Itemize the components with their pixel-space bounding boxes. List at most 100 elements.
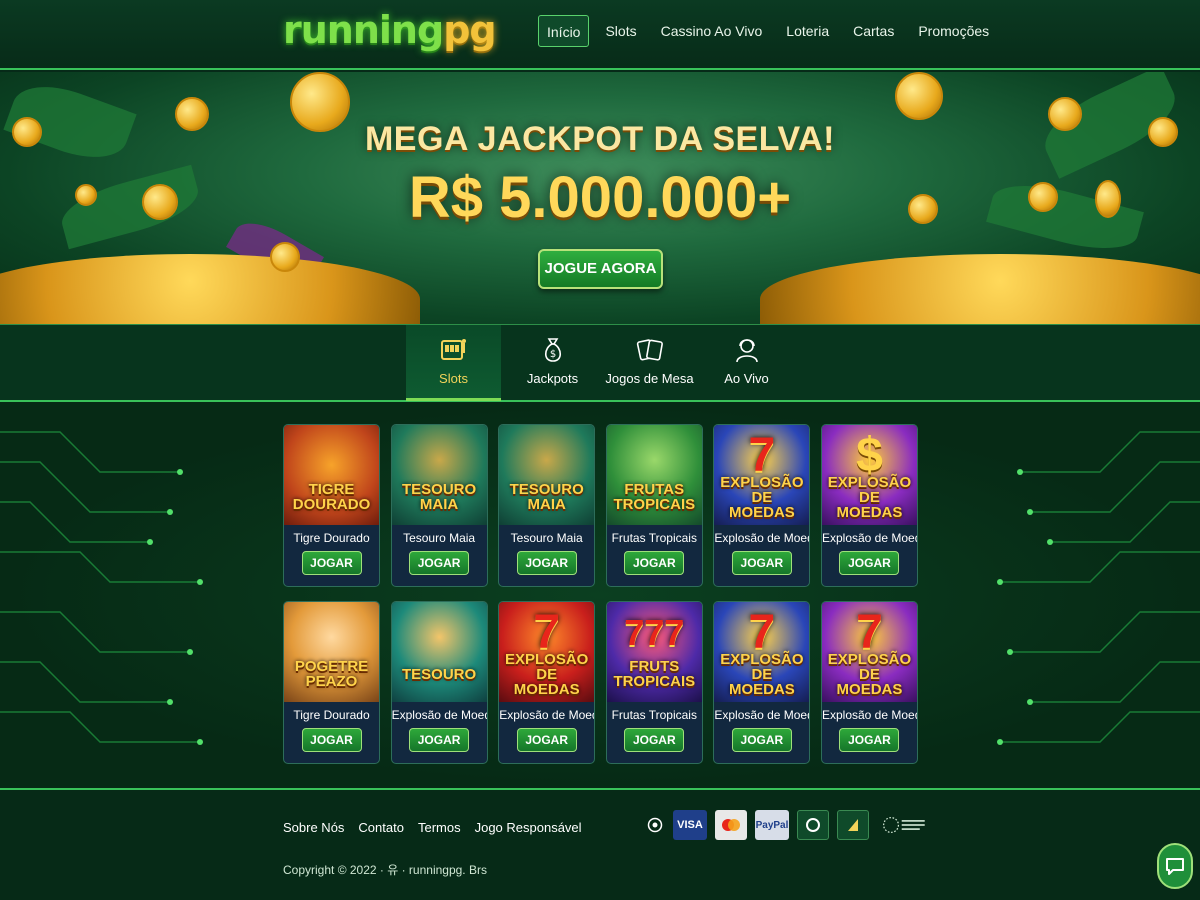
game-card[interactable]: 777 FRUTS TROPICAIS Frutas Tropicais JOGA…	[605, 601, 703, 764]
footer-link-termos[interactable]: Termos	[418, 820, 461, 835]
coin-icon	[270, 242, 300, 272]
slot-machine-icon	[440, 339, 466, 360]
nav-item-promocoes[interactable]: Promoções	[906, 15, 1001, 47]
play-now-button[interactable]: JOGUE AGORA	[538, 249, 663, 289]
play-button[interactable]: JOGAR	[839, 551, 900, 575]
chat-support-button[interactable]	[1157, 843, 1193, 889]
live-dealer-icon	[735, 339, 758, 363]
licensed-operator-seal-icon	[877, 810, 933, 840]
money-bag-icon: $	[544, 338, 561, 362]
tab-label: Jogos de Mesa	[605, 371, 694, 386]
game-card[interactable]: 7EXPLOSÃO DE MOEDAS Explosão de Moedas J…	[498, 601, 596, 764]
tab-ao-vivo[interactable]: Ao Vivo	[699, 325, 794, 401]
play-button[interactable]: JOGAR	[731, 551, 792, 575]
tab-jackpots[interactable]: $ Jackpots	[505, 325, 600, 401]
play-button[interactable]: JOGAR	[624, 728, 685, 752]
game-thumbnail[interactable]: TESOURO MAIA	[499, 425, 595, 525]
play-button[interactable]: JOGAR	[731, 728, 792, 752]
cards-icon	[636, 339, 663, 361]
game-thumbnail[interactable]: 7 EXPLOSÃO DE MOEDAS	[714, 425, 810, 525]
game-card[interactable]: TESOURO MAIA Tesouro Maia JOGAR	[390, 424, 488, 587]
circuit-decoration	[997, 431, 1200, 745]
game-thumbnail[interactable]: FRUTAS TROPICAIS	[606, 425, 702, 525]
nav-item-slots[interactable]: Slots	[593, 15, 648, 47]
coin-pile-left	[0, 254, 420, 324]
site-logo[interactable]: runningpg	[283, 8, 497, 52]
game-card[interactable]: TESOURO Explosão de Moedas JOGAR	[390, 601, 488, 764]
games-section: TIGRE DOURADO Tigre Dourado JOGAR TESOUR…	[0, 402, 1200, 790]
game-title: Tigre Dourado	[293, 531, 370, 545]
play-button[interactable]: JOGAR	[301, 551, 362, 575]
paypal-icon: PayPal	[755, 810, 789, 840]
game-title: Explosão de Moedas	[499, 708, 594, 722]
game-title: Frutas Tropicais	[611, 531, 697, 545]
play-button[interactable]: JOGAR	[409, 728, 470, 752]
jackpot-banner: MEGA JACKPOT DA SELVA! R$ 5.000.000+ JOG…	[0, 72, 1200, 324]
payment-methods: VISA PayPal	[645, 810, 933, 840]
tab-label: Jackpots	[526, 371, 579, 386]
visa-icon: VISA	[673, 810, 707, 840]
category-tabs: Slots $ Jackpots Jogos de Mesa Ao Vivo	[0, 324, 1200, 402]
game-thumbnail[interactable]: TIGRE DOURADO	[284, 425, 379, 525]
game-title: Tigre Dourado	[293, 708, 370, 722]
game-thumbnail[interactable]: 777 FRUTS TROPICAIS	[606, 602, 702, 702]
game-card[interactable]: TIGRE DOURADO Tigre Dourado JOGAR	[283, 424, 380, 587]
main-nav: Início Slots Cassino Ao Vivo Loteria Car…	[538, 15, 1001, 47]
game-title: Frutas Tropicais	[611, 708, 697, 722]
game-card[interactable]: 7EXPLOSÃO DE MOEDAS Explosão de Moedas J…	[713, 601, 811, 764]
play-button[interactable]: JOGAR	[516, 728, 577, 752]
age-18-icon	[645, 810, 665, 840]
game-title: Explosão de Moedas	[821, 531, 917, 545]
game-card[interactable]: 7EXPLOSÃO DE MOEDAS Explosão de Moedas J…	[713, 424, 811, 587]
nav-item-loteria[interactable]: Loteria	[774, 15, 841, 47]
tab-slots[interactable]: Slots	[406, 325, 501, 401]
game-title: Explosão de Moedas	[714, 531, 809, 545]
site-header: runningpg Início Slots Cassino Ao Vivo L…	[0, 0, 1200, 70]
circuit-decoration	[0, 431, 203, 745]
game-title: Tesouro Maia	[510, 531, 583, 545]
svg-text:$: $	[549, 349, 555, 360]
game-card[interactable]: 7EXPLOSÃO DE MOEDAS Explosão de Moedas J…	[820, 601, 918, 764]
play-button[interactable]: JOGAR	[409, 551, 470, 575]
game-title: Explosão de Moedas	[391, 708, 487, 722]
nav-item-inicio[interactable]: Início	[538, 15, 590, 47]
coin-icon	[895, 72, 943, 120]
game-thumbnail[interactable]: 7 EXPLOSÃO DE MOEDAS	[499, 602, 595, 702]
gaming-license-icon	[797, 810, 829, 840]
game-grid: TIGRE DOURADO Tigre Dourado JOGAR TESOUR…	[283, 424, 919, 764]
play-button[interactable]: JOGAR	[624, 551, 685, 575]
game-thumbnail[interactable]: 7 EXPLOSÃO DE MOEDAS	[714, 602, 810, 702]
game-thumbnail[interactable]: TESOURO MAIA	[391, 425, 487, 525]
tab-label: Ao Vivo	[724, 371, 769, 386]
game-thumbnail[interactable]: TESOURO	[391, 602, 487, 702]
game-thumbnail[interactable]: 7 EXPLOSÃO DE MOEDAS	[821, 602, 917, 702]
play-button[interactable]: JOGAR	[839, 728, 900, 752]
nav-item-cassino-ao-vivo[interactable]: Cassino Ao Vivo	[649, 15, 775, 47]
site-footer: Sobre Nós Contato Termos Jogo Responsáve…	[0, 790, 1200, 900]
jackpot-amount: R$ 5.000.000+	[408, 165, 792, 230]
coin-pile-right	[760, 254, 1200, 324]
copyright-text: Copyright © 2022 · 유 · runningpg. Brs	[283, 863, 487, 877]
triple-seven-icon: 777	[624, 612, 685, 653]
mastercard-icon	[715, 810, 747, 840]
tab-jogos-de-mesa[interactable]: Jogos de Mesa	[602, 325, 697, 401]
footer-links: Sobre Nós Contato Termos Jogo Responsáve…	[283, 820, 582, 835]
game-card[interactable]: FRUTAS TROPICAIS Frutas Tropicais JOGAR	[605, 424, 703, 587]
game-title: Explosão de Moedas	[821, 708, 917, 722]
game-thumbnail[interactable]: POGETRE PEAZO	[284, 602, 379, 702]
nav-item-cartas[interactable]: Cartas	[841, 15, 906, 47]
certification-icon	[837, 810, 869, 840]
tab-label: Slots	[439, 371, 468, 386]
game-thumbnail[interactable]: $ EXPLOSÃO DE MOEDAS	[821, 425, 917, 525]
game-title: Explosão de Moedas	[714, 708, 809, 722]
game-card[interactable]: POGETRE PEAZO Tigre Dourado JOGAR	[283, 601, 380, 764]
game-title: Tesouro Maia	[403, 531, 476, 545]
footer-link-contato[interactable]: Contato	[358, 820, 404, 835]
chat-bubble-icon	[1166, 858, 1184, 875]
footer-link-jogo-responsavel[interactable]: Jogo Responsável	[475, 820, 582, 835]
play-button[interactable]: JOGAR	[301, 728, 362, 752]
game-card[interactable]: TESOURO MAIA Tesouro Maia JOGAR	[498, 424, 596, 587]
game-card[interactable]: $EXPLOSÃO DE MOEDAS Explosão de Moedas J…	[820, 424, 918, 587]
footer-link-sobre-nos[interactable]: Sobre Nós	[283, 820, 344, 835]
play-button[interactable]: JOGAR	[516, 551, 577, 575]
